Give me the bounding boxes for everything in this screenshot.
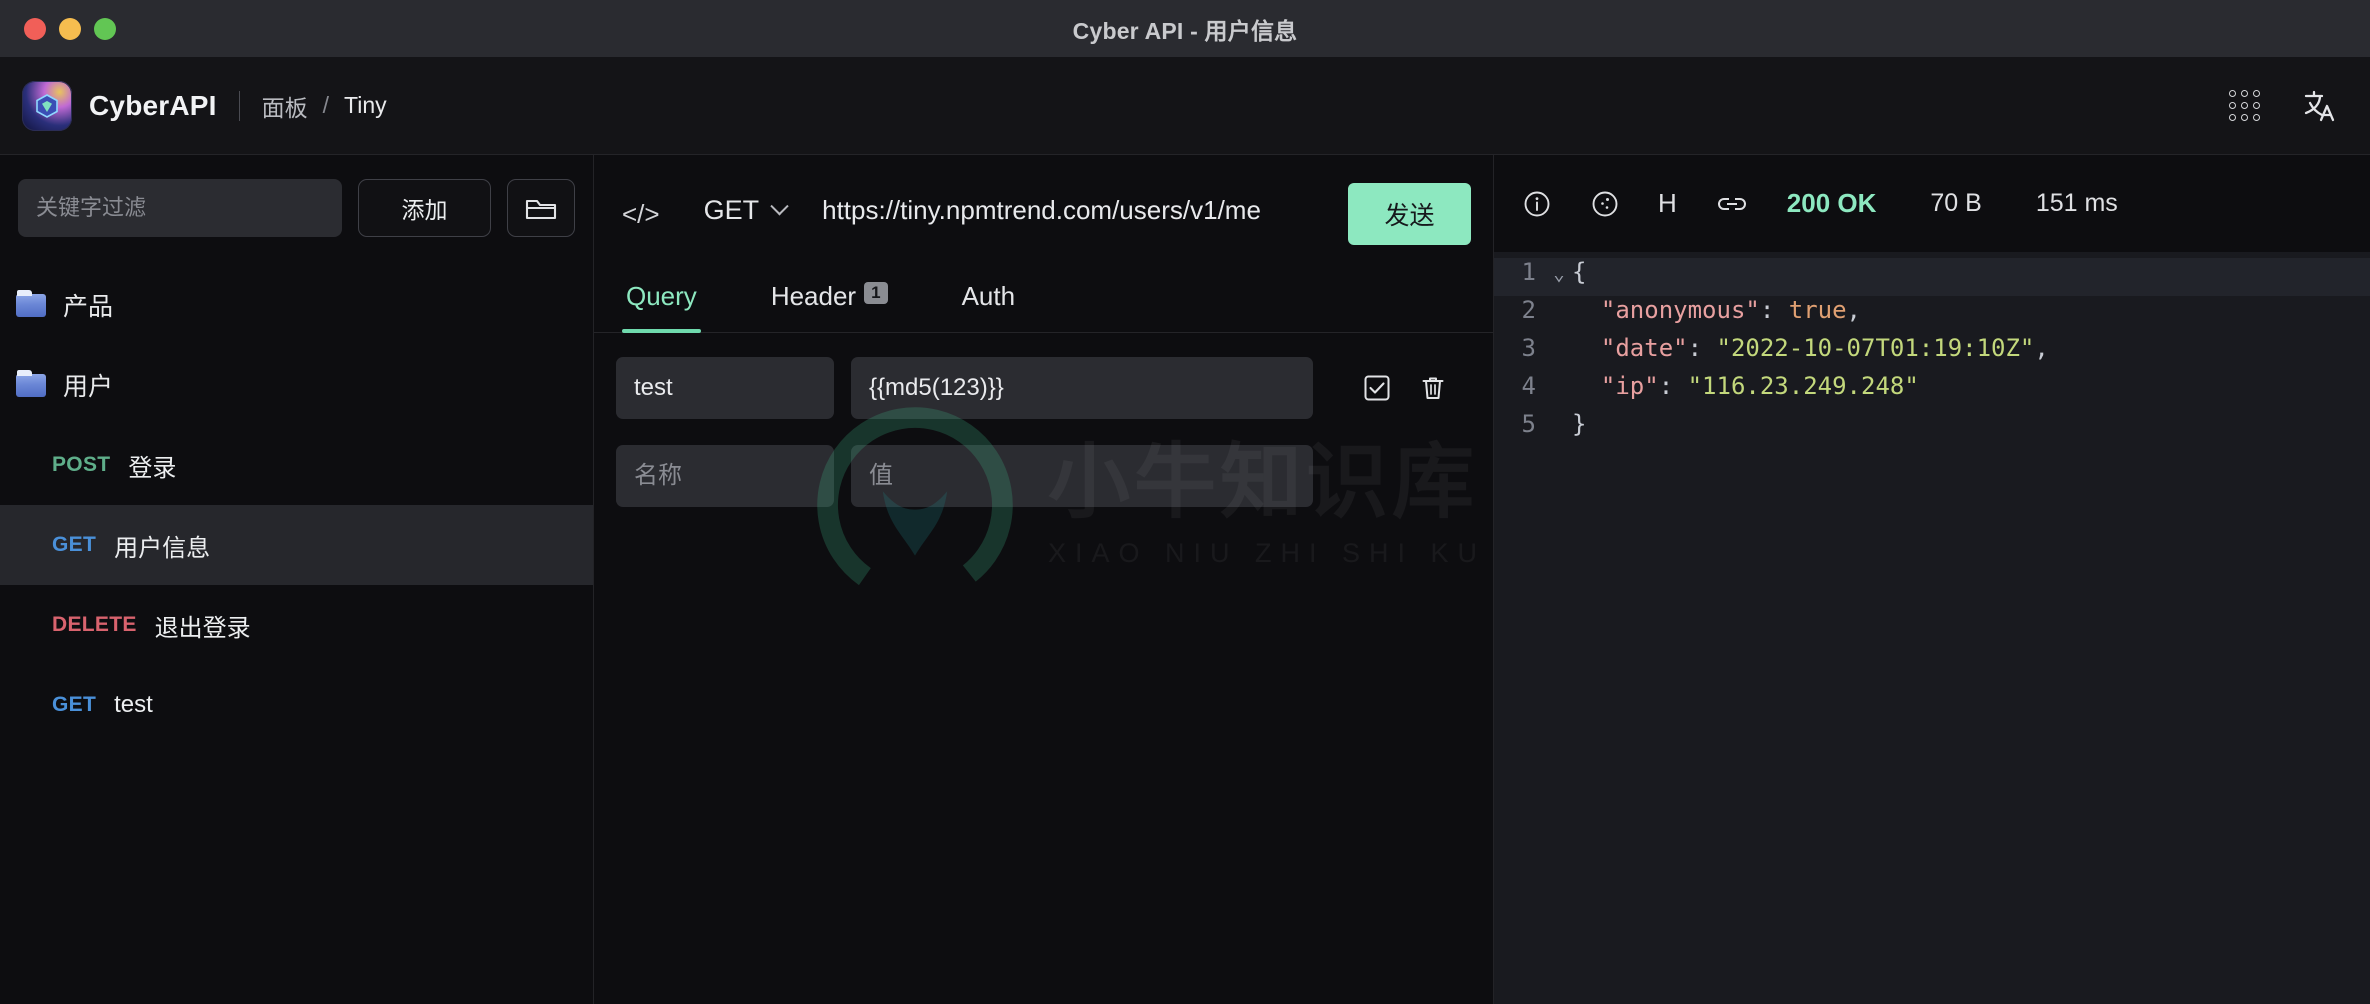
trash-icon[interactable] <box>1418 373 1448 403</box>
code-fold-toggle <box>1546 410 1572 415</box>
http-method-select[interactable]: GET <box>703 195 789 226</box>
code-fold-toggle <box>1546 296 1572 301</box>
url-bar: </> GET https://tiny.npmtrend.com/users/… <box>594 155 1493 269</box>
app-window: Cyber API - 用户信息 CyberAPI 面板 / Tiny 关键字过… <box>0 0 2370 1004</box>
app-logo-icon <box>22 80 72 131</box>
api-item[interactable]: POST 登录 <box>0 425 593 505</box>
new-folder-button[interactable] <box>507 179 575 237</box>
api-name-label: 登录 <box>128 454 177 482</box>
code-brackets-icon[interactable]: </> <box>622 199 660 230</box>
api-method-label: POST <box>52 453 111 476</box>
breadcrumb-current: Tiny <box>344 92 387 118</box>
query-param-row <box>616 357 1471 419</box>
code-fold-toggle <box>1546 334 1572 339</box>
api-tree: 产品用户 POST 登录 GET 用户信息 DELETE 退出登录 GET test <box>0 255 593 1004</box>
api-item[interactable]: DELETE 退出登录 <box>0 585 593 665</box>
chevron-down-icon <box>770 197 789 216</box>
breadcrumb-separator: / <box>322 92 330 118</box>
response-panel: H 200 OK 70 B 151 ms 1 ⌄{2 "anonymous": t… <box>1494 155 2370 1004</box>
code-line-number: 5 <box>1521 410 1536 438</box>
api-name-label: test <box>114 691 153 718</box>
grid-apps-icon[interactable] <box>2229 90 2260 121</box>
api-item[interactable]: GET 用户信息 <box>0 505 593 585</box>
api-method-label: GET <box>52 693 97 716</box>
request-panel: </> GET https://tiny.npmtrend.com/users/… <box>594 155 1494 1004</box>
app-header: CyberAPI 面板 / Tiny <box>0 57 2370 155</box>
api-name-label: 用户信息 <box>114 534 211 562</box>
folder-item[interactable]: 产品 <box>0 265 593 345</box>
code-line-text: { <box>1572 258 1587 286</box>
code-fold-toggle[interactable]: ⌄ <box>1546 258 1572 285</box>
query-param-value-input[interactable] <box>851 357 1313 419</box>
code-line: 4 "ip": "116.23.249.248" <box>1494 372 2370 410</box>
add-button[interactable]: 添加 <box>358 179 491 237</box>
sidebar-toolbar: 添加 <box>0 155 593 255</box>
query-param-actions <box>1362 373 1448 403</box>
sidebar: 添加 产品用户 POST 登录 GET 用户信息 DELETE 退出登录 GET test <box>0 155 594 1004</box>
window-title: Cyber API - 用户信息 <box>1072 17 1298 44</box>
code-line-text: "date": "2022-10-07T01:19:10Z", <box>1572 334 2049 362</box>
code-line-text: "anonymous": true, <box>1572 296 1861 324</box>
keyword-filter-input[interactable] <box>18 179 342 237</box>
request-tabs: Query Header 1 Auth <box>594 269 1493 333</box>
folder-label: 用户 <box>63 373 114 401</box>
folder-icon <box>525 199 557 220</box>
code-line: 5} <box>1494 410 2370 448</box>
code-line-number: 3 <box>1521 334 1536 362</box>
folder-label: 产品 <box>63 293 114 321</box>
code-line: 1 ⌄{ <box>1494 258 2370 296</box>
query-param-row <box>616 445 1471 507</box>
response-time: 151 ms <box>2035 189 2118 217</box>
code-line-number: 2 <box>1521 296 1536 324</box>
request-tab[interactable]: Query <box>622 269 701 333</box>
request-tab[interactable]: Auth <box>958 269 1020 332</box>
request-tab-label: Header <box>770 281 857 311</box>
http-method-value: GET <box>703 195 760 225</box>
app-body: 添加 产品用户 POST 登录 GET 用户信息 DELETE 退出登录 GET test </… <box>0 155 2370 1004</box>
response-body-code[interactable]: 1 ⌄{2 "anonymous": true, 3 "date": "2022-1… <box>1494 252 2370 1004</box>
code-line: 2 "anonymous": true, <box>1494 296 2370 334</box>
code-line-text: } <box>1572 410 1587 438</box>
link-icon[interactable] <box>1715 192 1749 216</box>
request-tab-label: Query <box>626 281 697 311</box>
query-param-key-input[interactable] <box>616 445 834 507</box>
info-circle-icon[interactable] <box>1522 189 1552 219</box>
code-line-number: 4 <box>1521 372 1536 400</box>
checkbox-checked-icon[interactable] <box>1362 373 1392 403</box>
send-button[interactable]: 发送 <box>1348 183 1471 245</box>
code-line-text: "ip": "116.23.249.248" <box>1572 372 1919 400</box>
query-param-value-input[interactable] <box>851 445 1313 507</box>
response-headers-label[interactable]: H <box>1658 188 1677 219</box>
request-tab-badge: 1 <box>864 282 888 304</box>
cookie-icon[interactable] <box>1590 189 1620 219</box>
api-method-label: DELETE <box>52 613 137 636</box>
folder-icon <box>16 289 46 317</box>
api-method-label: GET <box>52 533 97 556</box>
code-fold-toggle <box>1546 372 1572 377</box>
query-param-key-input[interactable] <box>616 357 834 419</box>
request-tab-label: Auth <box>961 281 1016 311</box>
folder-icon <box>16 369 46 397</box>
breadcrumb-root[interactable]: 面板 <box>262 89 308 123</box>
query-params-area <box>594 333 1493 533</box>
response-size: 70 B <box>1930 189 1982 217</box>
api-name-label: 退出登录 <box>154 614 251 642</box>
window-titlebar: Cyber API - 用户信息 <box>0 0 2370 57</box>
response-status-bar: H 200 OK 70 B 151 ms <box>1494 155 2370 252</box>
brand-name: CyberAPI <box>89 89 217 121</box>
request-tab[interactable]: Header 1 <box>767 269 892 332</box>
translate-icon[interactable] <box>2302 88 2338 124</box>
folder-item[interactable]: 用户 <box>0 345 593 425</box>
api-item[interactable]: GET test <box>0 665 593 745</box>
code-line-number: 1 <box>1521 258 1536 286</box>
code-line: 3 "date": "2022-10-07T01:19:10Z", <box>1494 334 2370 372</box>
url-input[interactable]: https://tiny.npmtrend.com/users/v1/me <box>822 183 1324 228</box>
header-divider <box>238 90 240 121</box>
response-status-code: 200 OK <box>1786 188 1877 218</box>
